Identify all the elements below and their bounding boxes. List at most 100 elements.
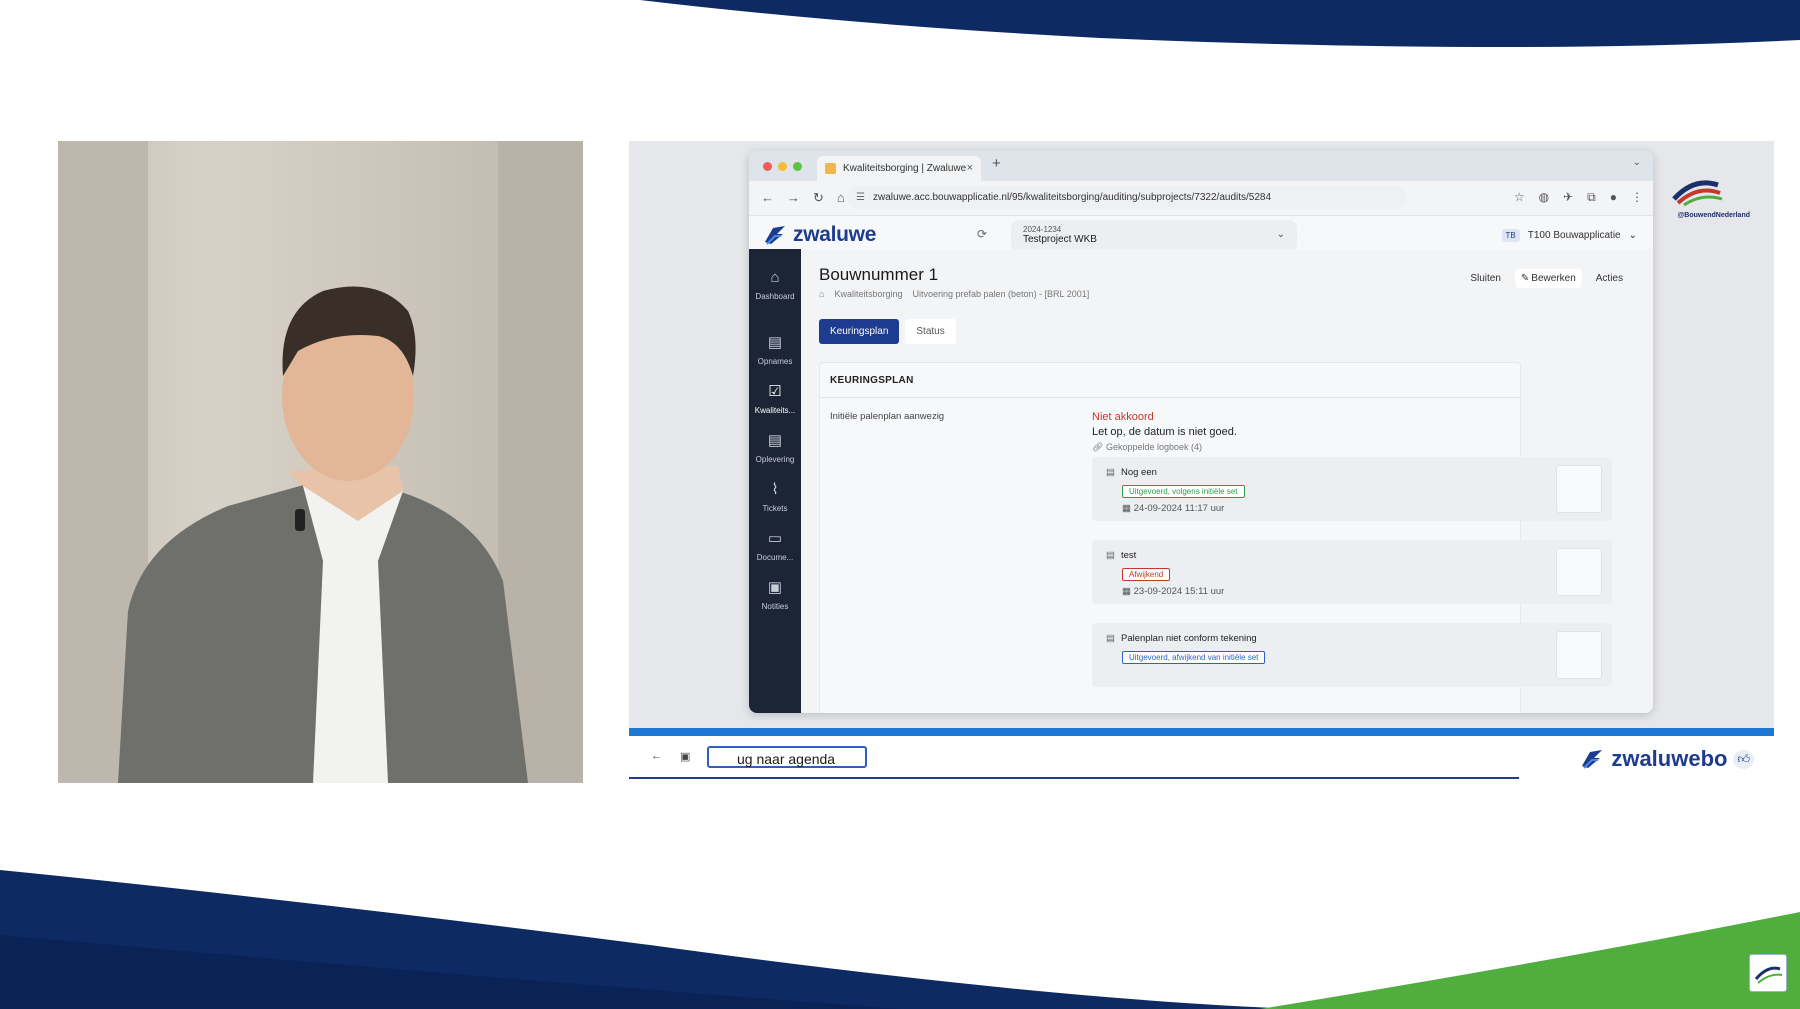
sidebar-item-label: Kwaliteits... [754,406,796,415]
tab-list-chevron-icon[interactable]: ⌄ [1633,157,1641,168]
slide-menu-icon[interactable]: ▣ [680,750,690,763]
back-to-agenda-button[interactable]: ug naar agenda [707,746,867,768]
sync-icon[interactable]: ⟳ [977,227,987,241]
browser-toolbar: ☆ ◍ ✈ ⧉ ● ⋮ [1514,190,1643,205]
tab-keuringsplan[interactable]: Keuringsplan [819,319,900,344]
log-date: ▦ 23-09-2024 15:11 uur [1122,586,1224,597]
extension-bird-icon[interactable]: ✈ [1563,190,1573,205]
status-badge: Afwijkend [1122,568,1171,581]
sidebar-item-tickets[interactable]: ⌇ Tickets [749,481,801,513]
forward-icon[interactable]: → [787,190,800,206]
status-text: Niet akkoord [1092,411,1154,423]
bouwend-nederland-logo: @BouwendNederland [1666,175,1750,219]
sidebar-item-dashboard[interactable]: ⌂ Dashboard [749,269,801,301]
breadcrumb-item[interactable]: Kwaliteitsborging [834,289,902,299]
paperclip-icon: ⌇ [771,481,779,498]
sidebar-item-oplevering[interactable]: ▤ Oplevering [749,432,801,464]
log-item[interactable]: ▤ Nog een Uitgevoerd, volgens initiële se… [1092,457,1612,521]
back-icon[interactable]: ← [761,190,774,206]
sidebar-item-opnames[interactable]: ▤ Opnames [749,334,801,366]
calendar-icon: ▦ [1122,586,1131,597]
speaker-illustration [58,141,583,783]
log-thumbnail[interactable] [1556,548,1602,596]
close-window-button[interactable] [763,162,772,171]
status-badge: Uitgevoerd, afwijkend van initiële set [1122,651,1266,664]
bookmark-star-icon[interactable]: ☆ [1514,190,1525,205]
browser-tab[interactable]: Kwaliteitsborging | Zwaluwe × [817,156,981,181]
zwaluwe-logo[interactable]: zwaluwe [763,223,876,247]
thumbs-up-icon[interactable]: 👍︎ [1733,749,1754,769]
clipboard-check-icon: ☑ [768,383,782,400]
breadcrumb: ⌂ Kwaliteitsborging Uitvoering prefab pa… [819,289,1089,299]
edit-button[interactable]: ✎ Bewerken [1514,269,1582,288]
clipboard-icon: ▤ [1106,633,1115,644]
address-bar: ← → ↻ ⌂ ☰ zwaluwe.acc.bouwapplicatie.nl/… [749,181,1653,216]
sidebar-item-label: Dashboard [755,292,795,301]
org-initials-badge: TB [1501,229,1520,242]
close-button[interactable]: Sluiten [1464,269,1507,288]
project-selector[interactable]: 2024-1234 Testproject WKB ⌄ [1011,220,1297,252]
linked-logbook-label: Gekoppelde logboek (4) [1105,442,1203,452]
chevron-down-icon: ⌄ [1276,229,1285,240]
slide-accent-bar [629,728,1774,736]
home-icon[interactable]: ⌂ [837,190,845,206]
log-item[interactable]: ▤ Palenplan niet conform tekening Uitgevo… [1092,623,1612,687]
link-icon: 🔗︎ [1092,442,1104,452]
sidebar: ⌂ Dashboard ▤ Opnames ☑ Kwaliteits... ▤ … [749,249,801,713]
log-title: ▤ Palenplan niet conform tekening [1106,633,1257,644]
log-thumbnail[interactable] [1556,465,1602,513]
field-label: Initiële palenplan aanwezig [830,411,945,422]
actions-button[interactable]: Acties [1590,269,1629,288]
footer-logo-text: zwaluwebo [1611,746,1728,771]
project-name: Testproject WKB [1023,234,1097,245]
sidebar-item-label: Notities [761,602,789,611]
previous-slide-icon[interactable]: ← [651,750,662,763]
home-icon: ⌂ [770,269,780,286]
folder-icon: ▭ [767,530,783,547]
sidebar-item-label: Docume... [756,553,794,562]
clipboard-icon: ▤ [1106,467,1115,478]
extension-icon[interactable]: ◍ [1539,190,1549,205]
profile-icon[interactable]: ● [1610,190,1617,205]
browser-tab-bar: Kwaliteitsborging | Zwaluwe × + ⌄ [749,151,1653,181]
linked-logbook[interactable]: 🔗︎ Gekoppelde logboek (4) [1092,442,1202,453]
extensions-puzzle-icon[interactable]: ⧉ [1587,190,1596,205]
url-field[interactable]: ☰ zwaluwe.acc.bouwapplicatie.nl/95/kwali… [847,186,1407,209]
log-thumbnail[interactable] [1556,631,1602,679]
reload-icon[interactable]: ↻ [813,190,824,206]
log-title-text: Palenplan niet conform tekening [1120,633,1257,644]
site-settings-icon[interactable]: ☰ [856,186,865,209]
message-icon: ▣ [767,579,783,596]
speaker-video [58,141,583,783]
app-name: zwaluwe [793,223,877,246]
browser-menu-icon[interactable]: ⋮ [1631,190,1643,205]
maximize-window-button[interactable] [793,162,802,171]
main-content: Bouwnummer 1 ⌂ Kwaliteitsborging Uitvoer… [801,249,1653,713]
close-tab-icon[interactable]: × [967,156,973,181]
favicon-icon [825,163,836,174]
log-title: ▤ test [1106,550,1136,561]
organisation-selector[interactable]: TB T100 Bouwapplicatie ⌄ [1501,229,1637,242]
org-name: T100 Bouwapplicatie [1527,230,1621,241]
sidebar-item-notities[interactable]: ▣ Notities [749,579,801,611]
log-item[interactable]: ▤ test Afwijkend ▦ 23-09-2024 15:11 uur [1092,540,1612,604]
clipboard-icon: ▤ [767,334,783,351]
sidebar-item-label: Opnames [757,357,793,366]
tab-status[interactable]: Status [905,319,956,344]
bouwend-nederland-mark-icon [1672,180,1723,207]
log-title-text: test [1120,550,1137,561]
minimize-window-button[interactable] [778,162,787,171]
log-date-text: 24-09-2024 11:17 uur [1133,503,1225,514]
url-text: zwaluwe.acc.bouwapplicatie.nl/95/kwalite… [873,192,1272,203]
zwaluwe-bird-icon [1582,750,1603,769]
browser-window: Kwaliteitsborging | Zwaluwe × + ⌄ ← → ↻ … [749,151,1653,713]
status-badge: Uitgevoerd, volgens initiële set [1122,485,1245,498]
sidebar-item-documenten[interactable]: ▭ Docume... [749,530,801,562]
edit-label: Bewerken [1531,273,1576,284]
breadcrumb-home-icon[interactable]: ⌂ [819,289,824,299]
breadcrumb-item[interactable]: Uitvoering prefab palen (beton) - [BRL 2… [912,289,1089,299]
sidebar-item-kwaliteitsborging[interactable]: ☑ Kwaliteits... [749,383,801,415]
log-date-text: 23-09-2024 15:11 uur [1133,586,1225,597]
new-tab-button[interactable]: + [992,155,1001,172]
tab-title: Kwaliteitsborging | Zwaluwe [843,163,967,174]
